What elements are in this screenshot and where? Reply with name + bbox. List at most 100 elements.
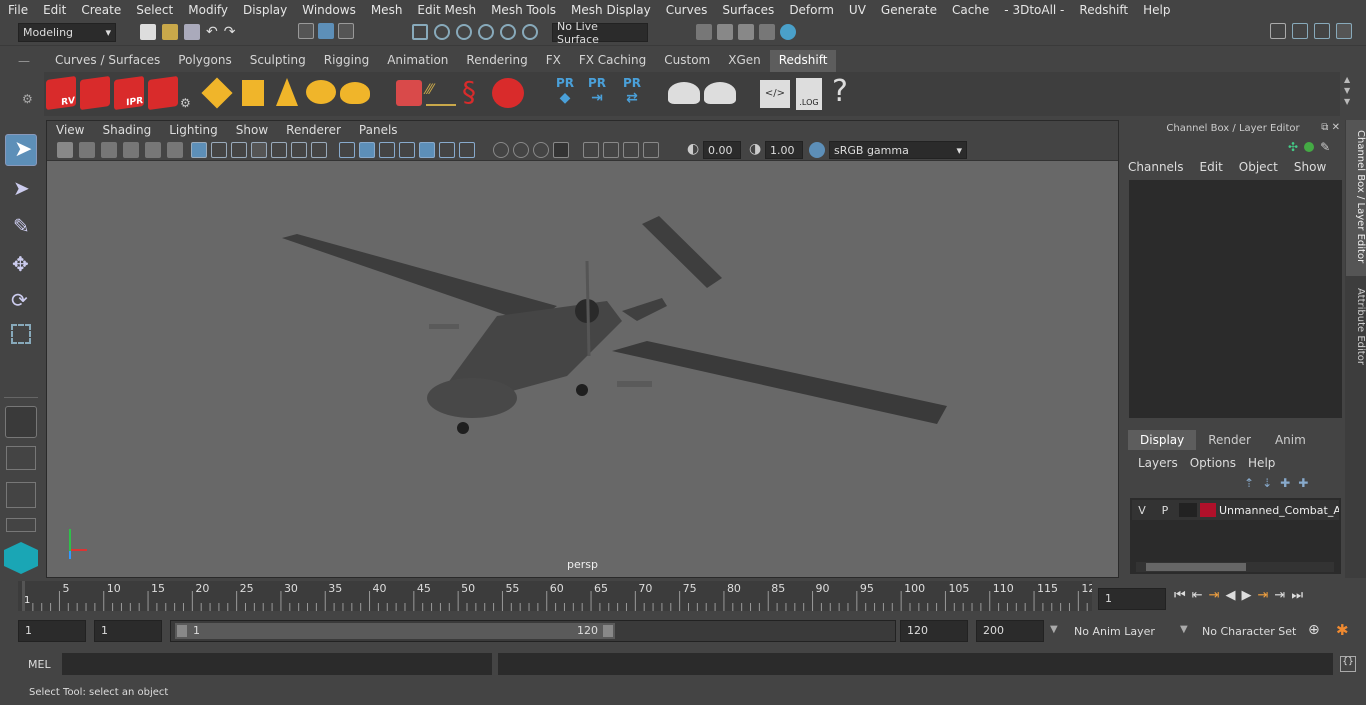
channel-menu-channels[interactable]: Channels xyxy=(1128,160,1184,174)
image-plane-icon[interactable] xyxy=(123,142,139,158)
spot-light-icon[interactable] xyxy=(276,78,298,106)
command-input[interactable] xyxy=(62,653,492,675)
redo-icon[interactable]: ↷ xyxy=(224,24,236,40)
tab-polygons[interactable]: Polygons xyxy=(169,50,240,72)
channel-list[interactable] xyxy=(1129,180,1342,418)
tab-channel-box[interactable]: Channel Box / Layer Editor xyxy=(1346,120,1366,276)
layer-color-swatch[interactable] xyxy=(1200,503,1216,517)
render-sequence-icon[interactable] xyxy=(80,75,110,111)
viewport-panel[interactable]: View Shading Lighting Show Renderer Panels xyxy=(46,120,1119,578)
color-management-icon[interactable] xyxy=(809,142,825,158)
grease-pencil-icon[interactable] xyxy=(167,142,183,158)
manipulator-icon[interactable]: ✣ xyxy=(1288,140,1298,154)
snap-surface-icon[interactable] xyxy=(500,24,516,40)
play-backwards-icon[interactable]: ◀ xyxy=(1226,588,1236,603)
menu-windows[interactable]: Windows xyxy=(294,3,363,17)
render-settings-cube-icon[interactable] xyxy=(148,75,178,111)
chevron-down-icon[interactable]: ▼ xyxy=(1050,624,1058,635)
character-set-dropdown[interactable]: No Character Set xyxy=(1196,621,1300,641)
shelf-menu-icon[interactable]: — xyxy=(18,54,30,68)
viewport-menu-show[interactable]: Show xyxy=(227,121,277,139)
wireframe-icon[interactable] xyxy=(339,142,355,158)
sync-icon[interactable] xyxy=(1304,142,1315,152)
layer-menu-options[interactable]: Options xyxy=(1190,456,1236,472)
camera-icon[interactable] xyxy=(57,142,73,158)
snap-point-icon[interactable] xyxy=(456,24,472,40)
channel-menu-show[interactable]: Show xyxy=(1294,160,1326,174)
shelf-scroll-arrows[interactable]: ▲ ▼ ▼ xyxy=(1344,74,1350,107)
step-forward-frame-icon[interactable]: ⇥ xyxy=(1274,588,1285,603)
bookmark-icon[interactable] xyxy=(101,142,117,158)
tab-curves-surfaces[interactable]: Curves / Surfaces xyxy=(46,50,169,72)
layer-scroll-thumb[interactable] xyxy=(1146,563,1246,571)
shadows-icon[interactable] xyxy=(439,142,455,158)
menu-edit[interactable]: Edit xyxy=(35,3,73,17)
tab-rendering[interactable]: Rendering xyxy=(457,50,536,72)
range-slider-bar[interactable]: 1 120 xyxy=(175,623,615,639)
textured-icon[interactable] xyxy=(399,142,415,158)
bake-icon[interactable] xyxy=(668,82,700,104)
playback-start-field[interactable]: 1 xyxy=(94,620,162,642)
menu-create[interactable]: Create xyxy=(73,3,128,17)
area-light-icon[interactable] xyxy=(201,77,233,109)
move-layer-down-icon[interactable]: ⇣ xyxy=(1262,476,1272,490)
auto-key-icon[interactable]: ⊕ xyxy=(1308,622,1320,638)
film-gate-icon[interactable] xyxy=(211,142,227,158)
script-editor-icon[interactable]: </> xyxy=(760,80,790,108)
use-all-lights-icon[interactable] xyxy=(419,142,435,158)
menu-generate[interactable]: Generate xyxy=(873,3,944,17)
viewport-menu-renderer[interactable]: Renderer xyxy=(277,121,350,139)
proxy-icon[interactable] xyxy=(396,80,422,106)
channel-menu-edit[interactable]: Edit xyxy=(1200,160,1223,174)
menu-file[interactable]: File xyxy=(0,3,35,17)
menu-redshift[interactable]: Redshift xyxy=(1071,3,1135,17)
pin-icon[interactable]: ✎ xyxy=(1320,140,1330,154)
go-to-start-icon[interactable]: ⏮ xyxy=(1174,588,1186,603)
viewport-menu-panels[interactable]: Panels xyxy=(350,121,407,139)
camera-attr-icon[interactable] xyxy=(79,142,95,158)
backface-icon[interactable] xyxy=(643,142,659,158)
rotate-tool-icon[interactable]: ⟳ xyxy=(5,284,37,316)
menu-deform[interactable]: Deform xyxy=(781,3,841,17)
sphere-object-icon[interactable] xyxy=(492,78,524,108)
scale-tool-icon[interactable] xyxy=(5,320,37,352)
undo-icon[interactable]: ↶ xyxy=(206,24,218,40)
menu-mesh-tools[interactable]: Mesh Tools xyxy=(483,3,563,17)
render-view-icon[interactable] xyxy=(759,24,775,40)
pr-export-icon[interactable]: PR ⇥ xyxy=(584,76,610,110)
menu-select[interactable]: Select xyxy=(128,3,180,17)
tab-animation[interactable]: Animation xyxy=(378,50,457,72)
go-to-end-icon[interactable]: ⏭ xyxy=(1291,588,1303,603)
isolate-select-icon[interactable] xyxy=(553,142,569,158)
tab-sculpting[interactable]: Sculpting xyxy=(241,50,315,72)
move-tool-icon[interactable]: ✥ xyxy=(5,248,37,280)
depth-of-field-icon[interactable] xyxy=(533,142,549,158)
dome-light-icon[interactable] xyxy=(306,80,336,104)
viewport-menu-view[interactable]: View xyxy=(47,121,93,139)
menu-mesh[interactable]: Mesh xyxy=(363,3,410,17)
lasso-tool-icon[interactable]: ➤ xyxy=(5,172,37,204)
tab-rigging[interactable]: Rigging xyxy=(315,50,378,72)
wireframe-on-shaded-icon[interactable] xyxy=(379,142,395,158)
resolution-gate-icon[interactable] xyxy=(231,142,247,158)
snap-grid-icon[interactable] xyxy=(412,24,428,40)
menu-3dtoall[interactable]: - 3DtoAll - xyxy=(996,3,1071,17)
animation-prefs-icon[interactable]: ✱ xyxy=(1336,621,1349,639)
layer-menu-help[interactable]: Help xyxy=(1248,456,1275,472)
tab-custom[interactable]: Custom xyxy=(655,50,719,72)
grid-icon[interactable] xyxy=(191,142,207,158)
layer-row[interactable]: V P Unmanned_Combat_A xyxy=(1132,500,1339,520)
script-editor-button-icon[interactable]: {} xyxy=(1340,656,1356,672)
portal-light-icon[interactable] xyxy=(242,80,264,106)
snap-view-plane-icon[interactable] xyxy=(478,24,494,40)
select-component-icon[interactable] xyxy=(338,23,354,39)
tab-xgen[interactable]: XGen xyxy=(719,50,770,72)
layer-reference-toggle[interactable] xyxy=(1179,503,1197,517)
viewport-menu-shading[interactable]: Shading xyxy=(93,121,160,139)
range-handle-end[interactable] xyxy=(603,625,613,637)
channel-menu-object[interactable]: Object xyxy=(1239,160,1278,174)
pr-swap-icon[interactable]: PR ⇄ xyxy=(618,76,646,110)
exposure-field[interactable]: 0.00 xyxy=(703,141,741,159)
safe-title-icon[interactable] xyxy=(311,142,327,158)
modeling-toolkit-icon[interactable] xyxy=(1270,23,1286,39)
